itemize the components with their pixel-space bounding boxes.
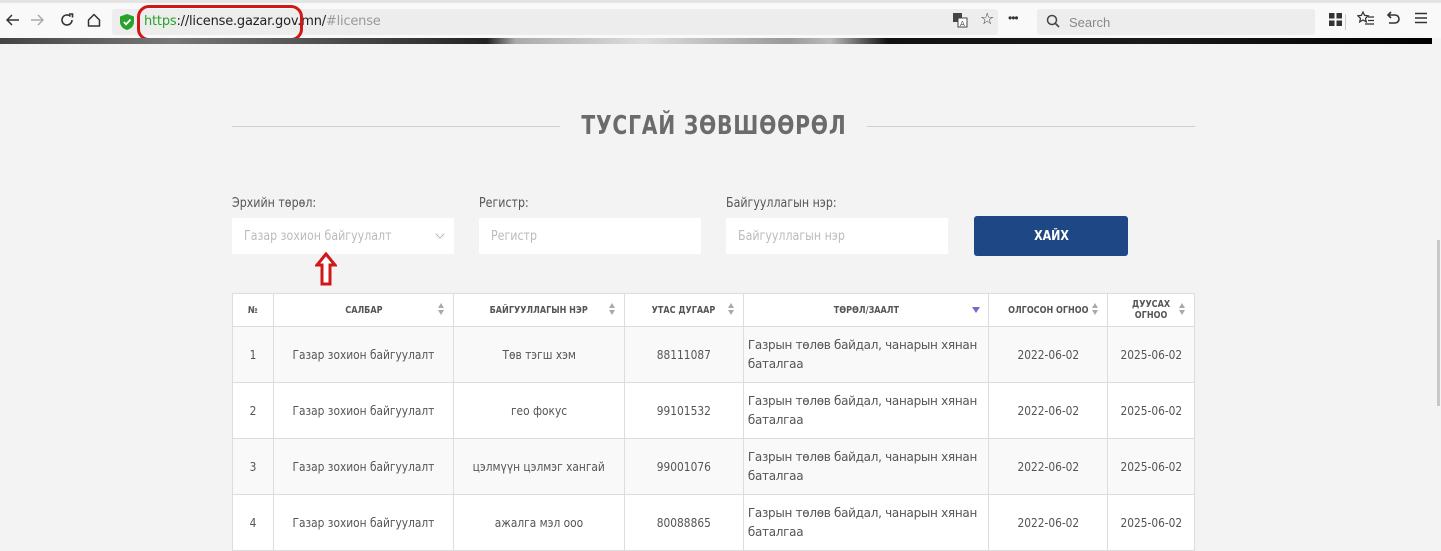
cell-phone: 99101532 <box>623 382 744 439</box>
column-header-type[interactable]: ТӨРӨЛ/ЗААЛТ <box>742 293 989 327</box>
cell-phone: 88111087 <box>623 326 744 383</box>
column-header-issued-date[interactable]: ОЛГОСОН ОГНОО <box>987 293 1108 327</box>
search-placeholder: Search <box>1069 15 1111 30</box>
org-name-placeholder: Байгууллагын нэр <box>738 228 845 244</box>
table-row: 4 Газар зохион байгуулалт ажалга мэл ооо… <box>232 494 1196 551</box>
org-name-input[interactable]: Байгууллагын нэр <box>726 218 948 254</box>
table-row: 3 Газар зохион байгуулалт цэлмүүн цэлмэг… <box>232 438 1196 495</box>
cell-type: Газрын төлөв байдал, чанарын хянан батал… <box>742 326 989 383</box>
cell-no: 4 <box>232 494 274 551</box>
cell-expiry-date: 2025-06-02 <box>1106 326 1196 383</box>
search-button-label: ХАЙХ <box>1033 228 1069 244</box>
menu-icon[interactable] <box>1414 11 1428 28</box>
toolbar-divider <box>1345 14 1346 30</box>
title-line-left <box>232 125 560 127</box>
cell-expiry-date: 2025-06-02 <box>1106 382 1196 439</box>
cell-no: 2 <box>232 382 274 439</box>
undo-icon[interactable] <box>1385 11 1401 30</box>
column-header-expiry-date[interactable]: ДУУСАХ ОГНОО <box>1106 293 1196 327</box>
cell-org-name: ажалга мэл ооо <box>452 494 625 551</box>
cell-type: Газрын төлөв байдал, чанарын хянан батал… <box>742 494 989 551</box>
apps-grid-icon[interactable] <box>1329 13 1342 29</box>
column-header-branch[interactable]: САЛБАР <box>273 293 454 327</box>
cell-phone: 80088865 <box>623 494 744 551</box>
cell-expiry-date: 2025-06-02 <box>1106 438 1196 495</box>
sort-icon[interactable] <box>1091 303 1099 315</box>
reload-icon <box>61 13 74 26</box>
license-table: № САЛБАР БАЙГУУЛЛАГЫН НЭР УТАС ДУГААР ТӨ… <box>232 293 1196 551</box>
home-button[interactable] <box>83 9 105 31</box>
cell-issued-date: 2022-06-02 <box>987 326 1108 383</box>
column-header-org-name[interactable]: БАЙГУУЛЛАГЫН НЭР <box>452 293 625 327</box>
forward-button[interactable] <box>26 9 48 31</box>
cell-no: 3 <box>232 438 274 495</box>
cell-no: 1 <box>232 326 274 383</box>
back-button[interactable] <box>2 9 24 31</box>
org-name-label: Байгууллагын нэр: <box>726 196 837 211</box>
cell-org-name: гео фокус <box>452 382 625 439</box>
search-button[interactable]: ХАЙХ <box>974 216 1128 256</box>
table-row: 1 Газар зохион байгуулалт Төв тэгш хэм 8… <box>232 326 1196 383</box>
sort-icon[interactable] <box>1179 303 1186 315</box>
sort-desc-icon[interactable] <box>971 307 980 313</box>
type-label: Эрхийн төрөл: <box>232 196 317 211</box>
url-host: ://license.gazar.gov.mn/ <box>176 14 326 29</box>
back-icon <box>6 14 19 26</box>
forward-icon <box>31 14 44 26</box>
page-title-section: ТУСГАЙ ЗӨВШӨӨРӨЛ <box>232 108 1195 144</box>
cell-issued-date: 2022-06-02 <box>987 494 1108 551</box>
register-input[interactable]: Регистр <box>479 218 701 254</box>
page-scrollbar[interactable] <box>1437 240 1440 406</box>
sort-icon[interactable] <box>608 303 616 315</box>
address-bar[interactable]: https://license.gazar.gov.mn/#license <box>112 9 998 35</box>
cell-branch: Газар зохион байгуулалт <box>273 438 454 495</box>
type-select-value: Газар зохион байгуулалт <box>244 228 392 244</box>
page-title: ТУСГАЙ ЗӨВШӨӨРӨЛ <box>580 111 847 141</box>
cell-org-name: цэлмүүн цэлмэг хангай <box>452 438 625 495</box>
type-select[interactable]: Газар зохион байгуулалт <box>232 218 454 254</box>
shield-icon <box>120 14 134 30</box>
url-text: https://license.gazar.gov.mn/#license <box>144 14 381 29</box>
sort-icon[interactable] <box>437 303 445 315</box>
cell-branch: Газар зохион байгуулалт <box>273 494 454 551</box>
home-icon <box>87 13 101 27</box>
reload-button[interactable] <box>56 9 78 31</box>
column-header-phone[interactable]: УТАС ДУГААР <box>623 293 744 327</box>
browser-toolbar: https://license.gazar.gov.mn/#license A … <box>0 0 1441 38</box>
table-header-row: № САЛБАР БАЙГУУЛЛАГЫН НЭР УТАС ДУГААР ТӨ… <box>232 293 1196 327</box>
url-scheme: https <box>144 14 177 29</box>
cell-phone: 99001076 <box>623 438 744 495</box>
translate-icon[interactable]: A <box>952 12 968 31</box>
cell-branch: Газар зохион байгуулалт <box>273 326 454 383</box>
bookmark-star-icon[interactable]: ☆ <box>980 12 994 28</box>
more-icon[interactable]: ••• <box>1008 10 1019 26</box>
table-row: 2 Газар зохион байгуулалт гео фокус 9910… <box>232 382 1196 439</box>
header-banner-image <box>0 38 1432 44</box>
cell-type: Газрын төлөв байдал, чанарын хянан батал… <box>742 382 989 439</box>
chevron-down-icon <box>435 229 445 239</box>
search-icon <box>1046 14 1060 28</box>
cell-type: Газрын төлөв байдал, чанарын хянан батал… <box>742 438 989 495</box>
sort-icon[interactable] <box>727 303 735 315</box>
cell-branch: Газар зохион байгуулалт <box>273 382 454 439</box>
url-path: #license <box>325 14 381 29</box>
cell-org-name: Төв тэгш хэм <box>452 326 625 383</box>
browser-search-bar[interactable]: Search <box>1037 9 1315 35</box>
arrow-up-annotation-icon <box>315 252 337 286</box>
cell-expiry-date: 2025-06-02 <box>1106 494 1196 551</box>
title-line-right <box>867 125 1195 127</box>
column-header-no: № <box>232 293 274 327</box>
register-placeholder: Регистр <box>491 228 537 244</box>
cell-issued-date: 2022-06-02 <box>987 438 1108 495</box>
svg-text:A: A <box>960 20 965 28</box>
cell-issued-date: 2022-06-02 <box>987 382 1108 439</box>
bookmarks-list-icon[interactable] <box>1356 10 1375 30</box>
register-label: Регистр: <box>479 196 529 211</box>
